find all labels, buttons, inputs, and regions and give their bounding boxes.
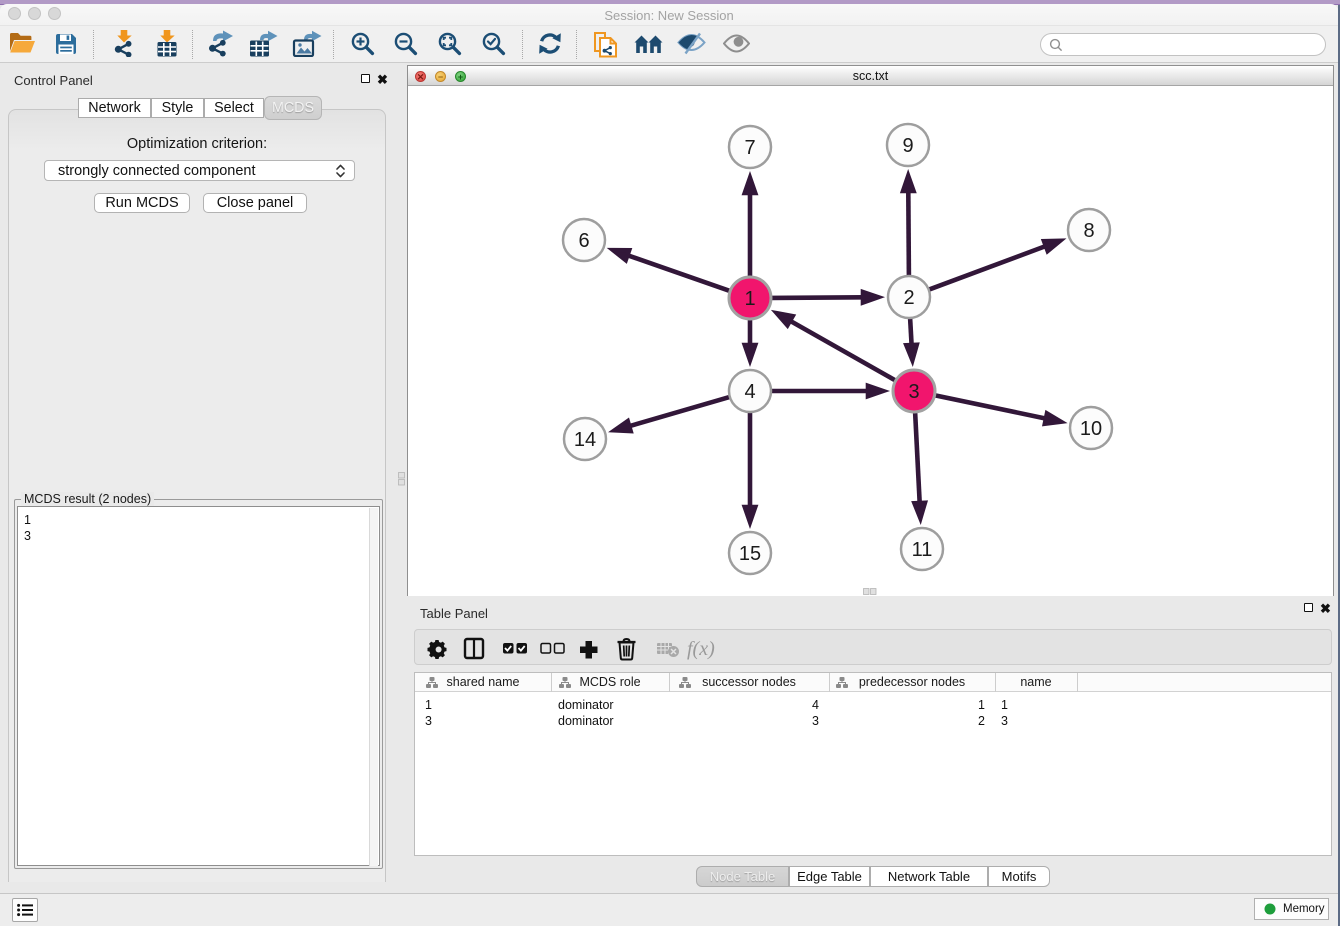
svg-text:14: 14 xyxy=(574,429,596,451)
svg-text:11: 11 xyxy=(912,539,933,561)
svg-text:9: 9 xyxy=(902,135,913,157)
svg-text:15: 15 xyxy=(739,543,761,565)
svg-text:6: 6 xyxy=(578,230,589,252)
svg-text:8: 8 xyxy=(1083,220,1094,242)
svg-text:3: 3 xyxy=(908,381,919,403)
svg-text:10: 10 xyxy=(1080,418,1102,440)
svg-text:7: 7 xyxy=(744,137,755,159)
svg-text:2: 2 xyxy=(903,287,914,309)
svg-text:1: 1 xyxy=(744,288,755,310)
svg-text:4: 4 xyxy=(744,381,755,403)
svg-text:f(x): f(x) xyxy=(687,638,715,660)
